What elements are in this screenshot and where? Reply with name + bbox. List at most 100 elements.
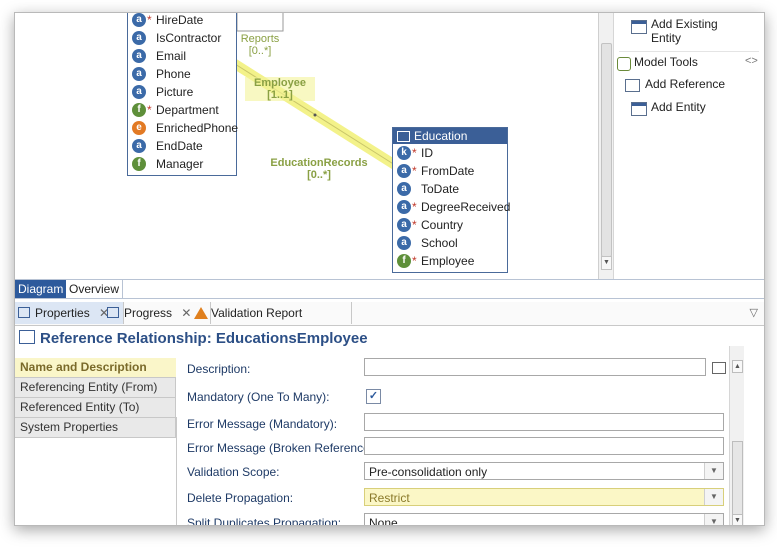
education-records-role-label: EducationRecords [0..*] [270,157,368,181]
error-mandatory-label: Error Message (Mandatory): [187,417,338,431]
close-icon[interactable]: ✕ [181,306,191,320]
palette-scroll-down-button[interactable]: ▼ [601,256,612,270]
properties-scrollbar[interactable]: ▲ ▼ [729,346,744,525]
attribute-icon: a [132,13,146,27]
mandatory-checkbox[interactable]: ✓ [366,389,381,404]
tab-properties-label: Properties [35,306,90,320]
education-entity-title: Education [414,129,468,143]
attribute-icon: a [132,31,146,45]
diagram-tab-bar: Diagram Overview [15,279,764,299]
view-menu-chevron-down-icon[interactable]: ▽ [750,306,758,319]
chevron-down-icon[interactable]: ▼ [704,489,723,505]
employee-entity[interactable]: a * HireDate a IsContractor a Email a Phone a Pict… [127,13,238,176]
attribute-row[interactable]: a Phone [128,65,236,83]
attribute-icon: a [397,182,411,196]
attribute-row[interactable]: f * Department [128,101,236,119]
attribute-row[interactable]: f Manager [128,155,236,173]
attribute-icon: a [132,49,146,63]
description-field[interactable] [364,358,706,376]
required-marker: * [412,200,417,214]
reference-icon [625,79,640,92]
tab-overview[interactable]: Overview [66,280,124,298]
required-marker: * [147,13,152,27]
page-title: Reference Relationship: EducationsEmploy… [19,330,368,347]
attribute-label: School [421,236,458,250]
tab-diagram[interactable]: Diagram [15,280,67,298]
attribute-row[interactable]: a ToDate [393,180,507,198]
properties-icon [18,307,30,318]
edit-description-icon[interactable] [712,362,726,374]
properties-title-text: Reference Relationship: EducationsEmploy… [40,330,368,347]
attribute-icon: a [132,139,146,153]
sections-empty-area [15,417,177,525]
attribute-row[interactable]: a School [393,234,507,252]
required-marker: * [412,146,417,160]
section-referencing-entity[interactable]: Referencing Entity (From) [15,378,176,398]
attribute-row[interactable]: a Picture [128,83,236,101]
model-tools-icon [617,57,631,71]
validation-scope-value: Pre-consolidation only [369,465,488,479]
chevron-down-icon[interactable]: ▼ [704,463,723,479]
attribute-icon: a [397,218,411,232]
tab-progress-label: Progress [124,306,173,320]
education-entity[interactable]: Education k * ID a * FromDate a ToDate a * DegreeR… [392,127,511,273]
attribute-label: DegreeReceived [421,200,511,214]
split-duplicates-select[interactable]: None ▼ [364,513,724,526]
attribute-label: Employee [421,254,475,268]
attribute-row[interactable]: a EndDate [128,137,236,155]
view-tab-bar: Properties ✕ Progress ✕ Validation Repor… [15,302,764,326]
attribute-row[interactable]: e EnrichedPhone [128,119,238,137]
split-duplicates-value: None [369,516,398,526]
palette-scrollbar[interactable]: ▼ [599,13,614,279]
attribute-row[interactable]: a * FromDate [393,162,507,180]
attribute-icon: a [132,85,146,99]
reports-connector-box [236,13,284,32]
mandatory-label: Mandatory (One To Many): [187,390,330,404]
palette-add-existing-label: Add Existing Entity [651,17,718,45]
employee-attribute-list: a * HireDate a IsContractor a Email a Phone a Pict… [128,13,238,173]
education-entity-header: Education [393,128,507,144]
attribute-row[interactable]: a * HireDate [128,13,236,29]
palette-divider [619,51,759,52]
attribute-row[interactable]: f * Employee [393,252,507,270]
attribute-row[interactable]: a Email [128,47,236,65]
section-referenced-entity[interactable]: Referenced Entity (To) [15,398,176,418]
reference-attribute-icon: f [132,103,146,117]
palette-collapse-toggle-icon[interactable]: <> [745,55,758,67]
progress-icon [107,307,119,318]
scroll-up-button[interactable]: ▲ [732,360,743,373]
reference-attribute-icon: f [132,157,146,171]
key-attribute-icon: k [397,146,411,160]
attribute-row[interactable]: a IsContractor [128,29,236,47]
reports-role-label: Reports [0..*] [240,33,280,57]
attribute-row[interactable]: k * ID [393,144,507,162]
employee-role-label: Employee [1..1] [245,77,315,101]
tab-validation-report[interactable]: Validation Report [191,302,352,324]
delete-propagation-select[interactable]: Restrict ▼ [364,488,724,506]
attribute-row[interactable]: a * DegreeReceived [393,198,511,216]
validation-scope-label: Validation Scope: [187,465,280,479]
attribute-label: Email [156,49,187,63]
palette-scroll-thumb[interactable] [601,43,612,257]
required-marker: * [412,254,417,268]
validation-scope-select[interactable]: Pre-consolidation only ▼ [364,462,724,480]
error-broken-reference-field[interactable] [364,437,724,455]
palette-add-reference-label: Add Reference [645,77,726,91]
error-broken-reference-label: Error Message (Broken Reference): [187,441,378,455]
palette-add-existing-entity[interactable]: Add Existing Entity [631,17,731,45]
attribute-label: ToDate [421,182,460,196]
application-window: a * HireDate a IsContractor a Email a Phone a Pict… [14,12,765,526]
palette-add-entity-label: Add Entity [651,100,706,114]
error-mandatory-field[interactable] [364,413,724,431]
attribute-label: Picture [156,85,194,99]
chevron-down-icon[interactable]: ▼ [704,514,723,525]
attribute-label: ID [421,146,433,160]
attribute-label: Department [156,103,219,117]
properties-scroll-thumb[interactable] [732,441,743,515]
attribute-row[interactable]: a * Country [393,216,507,234]
connector-layer [230,13,400,170]
scroll-down-button[interactable]: ▼ [732,514,743,525]
entity-icon [631,20,647,34]
section-name-and-description[interactable]: Name and Description [15,358,176,378]
diagram-canvas[interactable]: a * HireDate a IsContractor a Email a Phone a Pict… [15,13,598,279]
